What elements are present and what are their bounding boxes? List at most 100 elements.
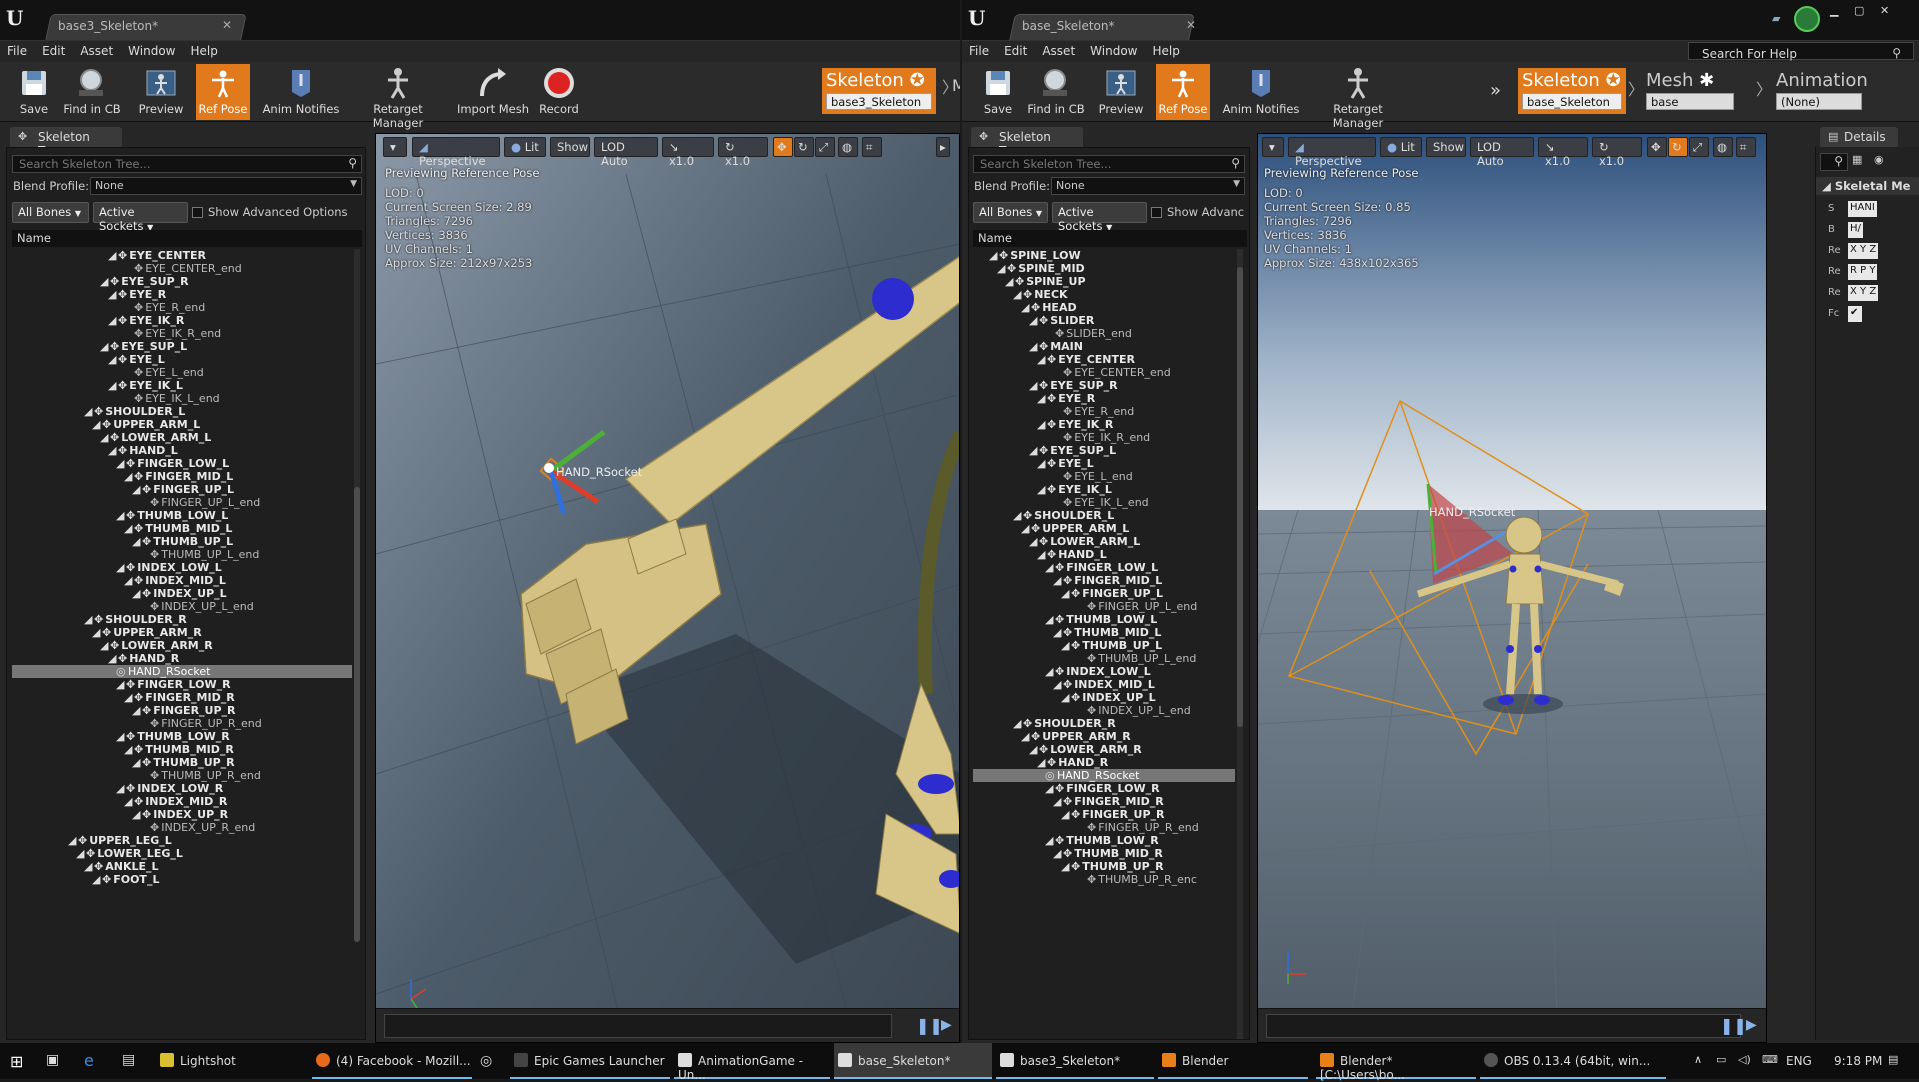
expand-arrow-icon[interactable]: ◢ xyxy=(1021,730,1031,743)
tree-row[interactable]: ✥ FINGER_UP_R_end xyxy=(12,717,352,730)
tree-row[interactable]: ◢ ✥ FINGER_LOW_L xyxy=(12,457,352,470)
save-button[interactable]: Save xyxy=(972,64,1024,120)
edge-icon[interactable]: e xyxy=(84,1051,94,1070)
tree-row[interactable]: ◢ ✥ INDEX_UP_R xyxy=(12,808,352,821)
eye-icon[interactable]: ◉ xyxy=(1874,153,1884,166)
tree-row[interactable]: ◢ ✥ HAND_R xyxy=(973,756,1235,769)
menu-file[interactable]: File xyxy=(0,41,35,58)
tree-row[interactable]: ◢ ✥ EYE_R xyxy=(12,288,352,301)
expand-arrow-icon[interactable]: ◢ xyxy=(92,418,102,431)
expand-arrow-icon[interactable]: ◢ xyxy=(1061,587,1071,600)
active-sockets-dropdown[interactable]: Active Sockets ▼ xyxy=(93,202,188,233)
expand-arrow-icon[interactable]: ◢ xyxy=(1029,314,1039,327)
expand-arrow-icon[interactable]: ◢ xyxy=(1005,275,1015,288)
show-advanced-checkbox[interactable] xyxy=(1151,207,1162,218)
tree-row[interactable]: ✥ EYE_CENTER_end xyxy=(973,366,1235,379)
tree-row[interactable]: ◢ ✥ EYE_IK_R xyxy=(973,418,1235,431)
tree-row[interactable]: ◢ ✥ UPPER_ARM_L xyxy=(12,418,352,431)
blend-profile-dropdown[interactable]: None ▼ xyxy=(90,177,362,195)
translate-tool-icon[interactable]: ✥ xyxy=(773,137,793,157)
tree-row[interactable]: ◢ ✥ LOWER_ARM_L xyxy=(12,431,352,444)
skeleton-nav[interactable]: Skeleton ✪ base_Skeleton xyxy=(1518,68,1626,114)
tree-row[interactable]: ◢ ✥ THUMB_LOW_L xyxy=(12,509,352,522)
rotate-tool-icon[interactable]: ↻ xyxy=(794,137,814,157)
tree-row[interactable]: ◢ ✥ SPINE_UP xyxy=(973,275,1235,288)
anim-notifies-button[interactable]: Anim Notifies xyxy=(262,64,340,120)
tree-row[interactable]: ◢ ✥ ANKLE_L xyxy=(12,860,352,873)
volume-icon[interactable]: ◁) xyxy=(1738,1053,1751,1066)
expand-arrow-icon[interactable]: ◢ xyxy=(1037,457,1047,470)
expand-arrow-icon[interactable]: ◢ xyxy=(132,483,142,496)
maximize-icon[interactable]: ▢ xyxy=(1854,4,1864,17)
tree-row[interactable]: ✥ EYE_R_end xyxy=(973,405,1235,418)
expand-arrow-icon[interactable]: ◢ xyxy=(1045,561,1055,574)
expand-arrow-icon[interactable]: ◢ xyxy=(92,873,102,886)
menu-window[interactable]: Window xyxy=(1083,41,1145,58)
turntable-speed-button[interactable]: ↻ x1.0 xyxy=(1592,137,1642,168)
expand-arrow-icon[interactable]: ◢ xyxy=(132,704,142,717)
minimize-icon[interactable]: ▁ xyxy=(1830,4,1838,17)
tree-row[interactable]: ◢ ✥ UPPER_ARM_L xyxy=(973,522,1235,535)
tree-row[interactable]: ✥ THUMB_UP_L_end xyxy=(973,652,1235,665)
expand-arrow-icon[interactable]: ◢ xyxy=(124,522,134,535)
expand-arrow-icon[interactable]: ◢ xyxy=(1029,340,1039,353)
expand-arrow-icon[interactable]: ◢ xyxy=(1053,847,1063,860)
expand-arrow-icon[interactable]: ◢ xyxy=(1045,665,1055,678)
expand-arrow-icon[interactable]: ◢ xyxy=(1013,717,1023,730)
skeleton-nav[interactable]: Skeleton ✪ base3_Skeleton xyxy=(822,68,936,114)
tree-row[interactable]: ◢ ✥ EYE_CENTER xyxy=(12,249,352,262)
tree-scrollbar-thumb[interactable] xyxy=(354,487,360,942)
tree-row[interactable]: ◢ ✥ FINGER_MID_L xyxy=(973,574,1235,587)
name-column-header[interactable]: Name xyxy=(973,230,1247,247)
skeleton-asset-field[interactable]: base_Skeleton xyxy=(1522,93,1622,110)
expand-arrow-icon[interactable]: ◢ xyxy=(108,379,118,392)
expand-arrow-icon[interactable]: ◢ xyxy=(1061,691,1071,704)
expand-arrow-icon[interactable]: ◢ xyxy=(100,639,110,652)
expand-arrow-icon[interactable]: ◢ xyxy=(1037,483,1047,496)
expand-arrow-icon[interactable]: ◢ xyxy=(132,808,142,821)
tree-row[interactable]: ◢ ✥ FINGER_LOW_R xyxy=(973,782,1235,795)
tree-row[interactable]: ✥ FINGER_UP_L_end xyxy=(973,600,1235,613)
retarget-manager-button[interactable]: Retarget Manager xyxy=(1308,64,1408,130)
expand-arrow-icon[interactable]: ◢ xyxy=(92,626,102,639)
expand-arrow-icon[interactable]: ◢ xyxy=(132,535,142,548)
tree-row[interactable]: ◢ ✥ EYE_L xyxy=(12,353,352,366)
expand-arrow-icon[interactable]: ◢ xyxy=(989,249,999,262)
tree-row[interactable]: ✥ EYE_IK_R_end xyxy=(12,327,352,340)
tree-row[interactable]: ◢ ✥ FOOT_L xyxy=(12,873,352,886)
language-indicator[interactable]: ENG xyxy=(1786,1054,1812,1068)
tree-row[interactable]: ✥ EYE_CENTER_end xyxy=(12,262,352,275)
tree-row[interactable]: ◢ ✥ EYE_IK_R xyxy=(12,314,352,327)
ref-pose-button[interactable]: Ref Pose xyxy=(196,64,250,120)
timeline-track[interactable] xyxy=(1266,1014,1741,1038)
find-in-cb-button[interactable]: Find in CB xyxy=(1026,64,1086,120)
playback-speed-button[interactable]: ↘ x1.0 xyxy=(662,137,714,168)
mesh-asset-field[interactable]: base xyxy=(1646,93,1734,110)
expand-arrow-icon[interactable]: ◢ xyxy=(84,860,94,873)
tree-row[interactable]: ◢ ✥ FINGER_UP_R xyxy=(12,704,352,717)
expand-arrow-icon[interactable]: ◢ xyxy=(116,730,126,743)
expand-arrow-icon[interactable]: ◢ xyxy=(84,405,94,418)
expand-arrow-icon[interactable]: ◢ xyxy=(1053,574,1063,587)
tree-row[interactable]: ◢ ✥ SHOULDER_L xyxy=(12,405,352,418)
tree-row[interactable]: ✥ INDEX_UP_L_end xyxy=(12,600,352,613)
clock[interactable]: 9:18 PM xyxy=(1834,1054,1882,1068)
viewport[interactable]: HAND_RSocket ▾ ◢ Perspective ● Lit Show … xyxy=(1257,133,1767,1043)
expand-arrow-icon[interactable]: ◢ xyxy=(1037,756,1047,769)
tree-row[interactable]: ◢ ✥ EYE_SUP_R xyxy=(12,275,352,288)
skeleton-asset-field[interactable]: base3_Skeleton xyxy=(826,93,932,110)
expand-arrow-icon[interactable]: ◢ xyxy=(1053,795,1063,808)
mesh-nav-truncated[interactable]: M xyxy=(952,76,960,95)
record-button[interactable]: Record xyxy=(536,64,582,120)
snap-icon[interactable]: ⌗ xyxy=(862,137,882,157)
expand-arrow-icon[interactable]: ◢ xyxy=(1029,379,1039,392)
expand-arrow-icon[interactable]: ◢ xyxy=(1053,678,1063,691)
details-search-input[interactable]: ⚲ xyxy=(1820,153,1848,171)
close-window-icon[interactable]: ✕ xyxy=(1880,4,1889,17)
tree-row[interactable]: ✥ EYE_L_end xyxy=(12,366,352,379)
expand-arrow-icon[interactable]: ◢ xyxy=(1013,288,1023,301)
tree-row[interactable]: ◢ ✥ EYE_CENTER xyxy=(973,353,1235,366)
expand-arrow-icon[interactable]: ◢ xyxy=(108,444,118,457)
network-icon[interactable]: ▭ xyxy=(1716,1053,1726,1066)
store-icon[interactable]: ▣ xyxy=(46,1052,59,1068)
